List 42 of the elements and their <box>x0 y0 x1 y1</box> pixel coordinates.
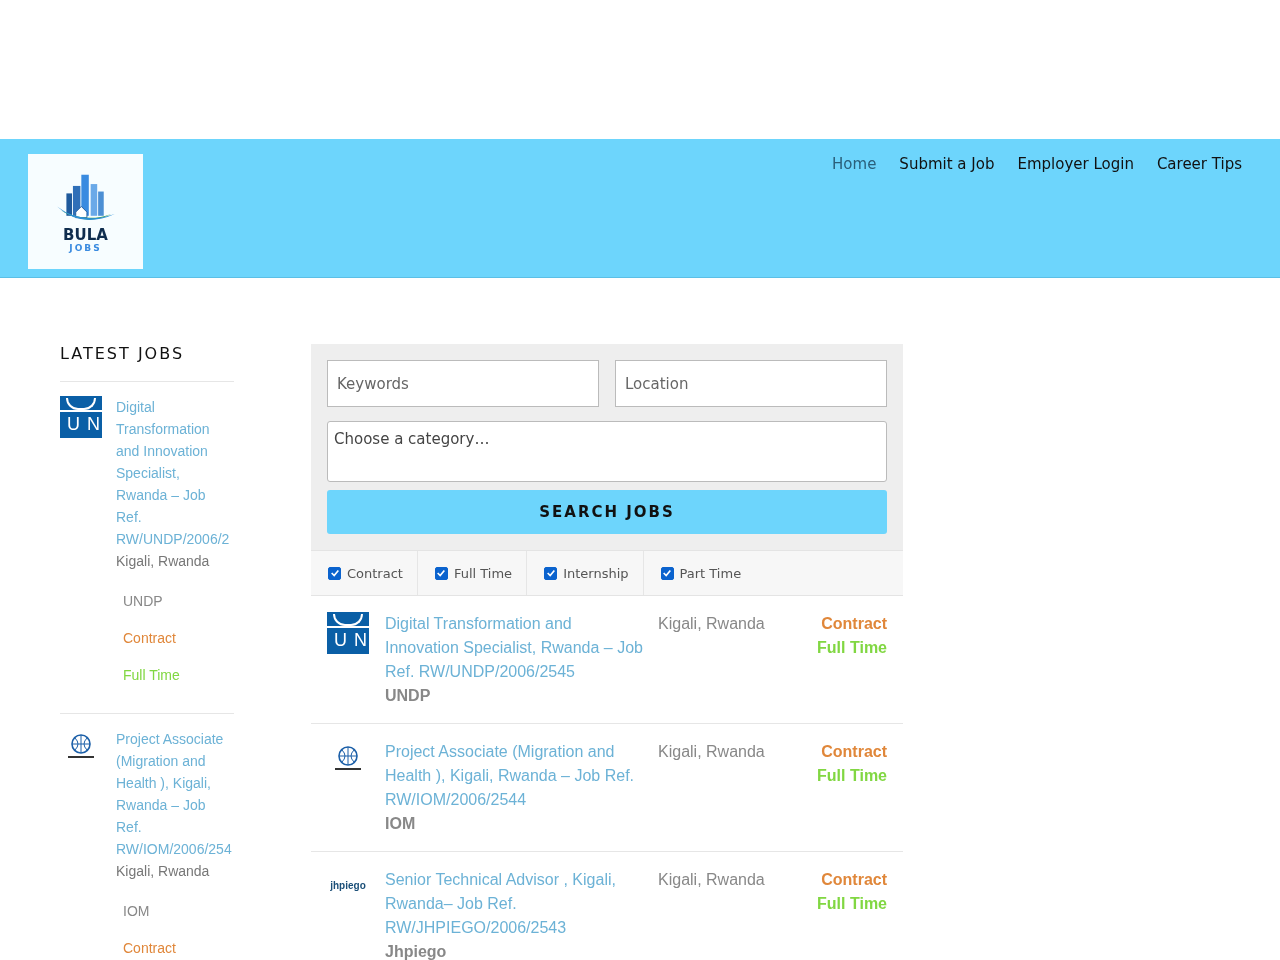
logo-tagline: JOBS <box>69 242 102 253</box>
job-type: Full Time <box>123 667 181 683</box>
company-name: UNDP <box>123 593 164 609</box>
job-type: Contract <box>821 742 887 762</box>
nav-link[interactable]: Submit a Job <box>899 155 995 173</box>
sidebar-heading: LATEST JOBS <box>60 344 186 363</box>
job-type: Contract <box>123 630 177 646</box>
checkbox[interactable] <box>544 566 558 580</box>
job-type: Full Time <box>817 638 887 658</box>
checkbox[interactable] <box>660 566 674 580</box>
job-location: Kigali, Rwanda <box>658 742 766 762</box>
checkbox[interactable] <box>328 566 341 580</box>
job-type-filter[interactable]: Internship <box>527 551 644 595</box>
job-location: Kigali, Rwanda <box>658 870 766 890</box>
jhpiego-logo: jhpiego <box>330 880 366 893</box>
nav-link[interactable]: Employer Login <box>1017 155 1134 173</box>
logo-wordmark: BULA <box>63 226 108 243</box>
job-type: Contract <box>821 870 887 890</box>
category-select[interactable]: Choose a category… <box>327 421 887 482</box>
job-location: Kigali, Rwanda <box>658 614 766 634</box>
job-location: Kigali, Rwanda <box>116 862 211 881</box>
un-logo: UN <box>60 396 102 438</box>
job-location: Kigali, Rwanda <box>116 552 211 571</box>
job-type: Contract <box>821 614 887 634</box>
job-type: Full Time <box>817 766 887 786</box>
nav-link[interactable]: Home <box>832 155 877 173</box>
job-type-filter[interactable]: Full Time <box>417 551 528 595</box>
company-name: IOM <box>123 903 151 919</box>
search-jobs-button[interactable]: SEARCH JOBS <box>327 490 887 534</box>
bula-jobs-logo[interactable]: BULA JOBS <box>28 154 143 269</box>
job-type: Full Time <box>817 894 887 914</box>
job-type-filter[interactable]: Part Time <box>643 551 756 595</box>
company-name: IOM <box>385 814 417 834</box>
nav-link[interactable]: Career Tips <box>1156 155 1242 173</box>
company-name: UNDP <box>385 686 432 706</box>
job-type-filter[interactable]: Contract <box>311 551 418 595</box>
un-logo: UN <box>327 612 369 654</box>
company-name: Jhpiego <box>385 942 448 960</box>
job-type: Contract <box>123 940 177 956</box>
location-field[interactable]: Location <box>615 360 887 407</box>
keywords-field[interactable]: Keywords <box>327 360 599 407</box>
checkbox[interactable] <box>434 566 448 580</box>
